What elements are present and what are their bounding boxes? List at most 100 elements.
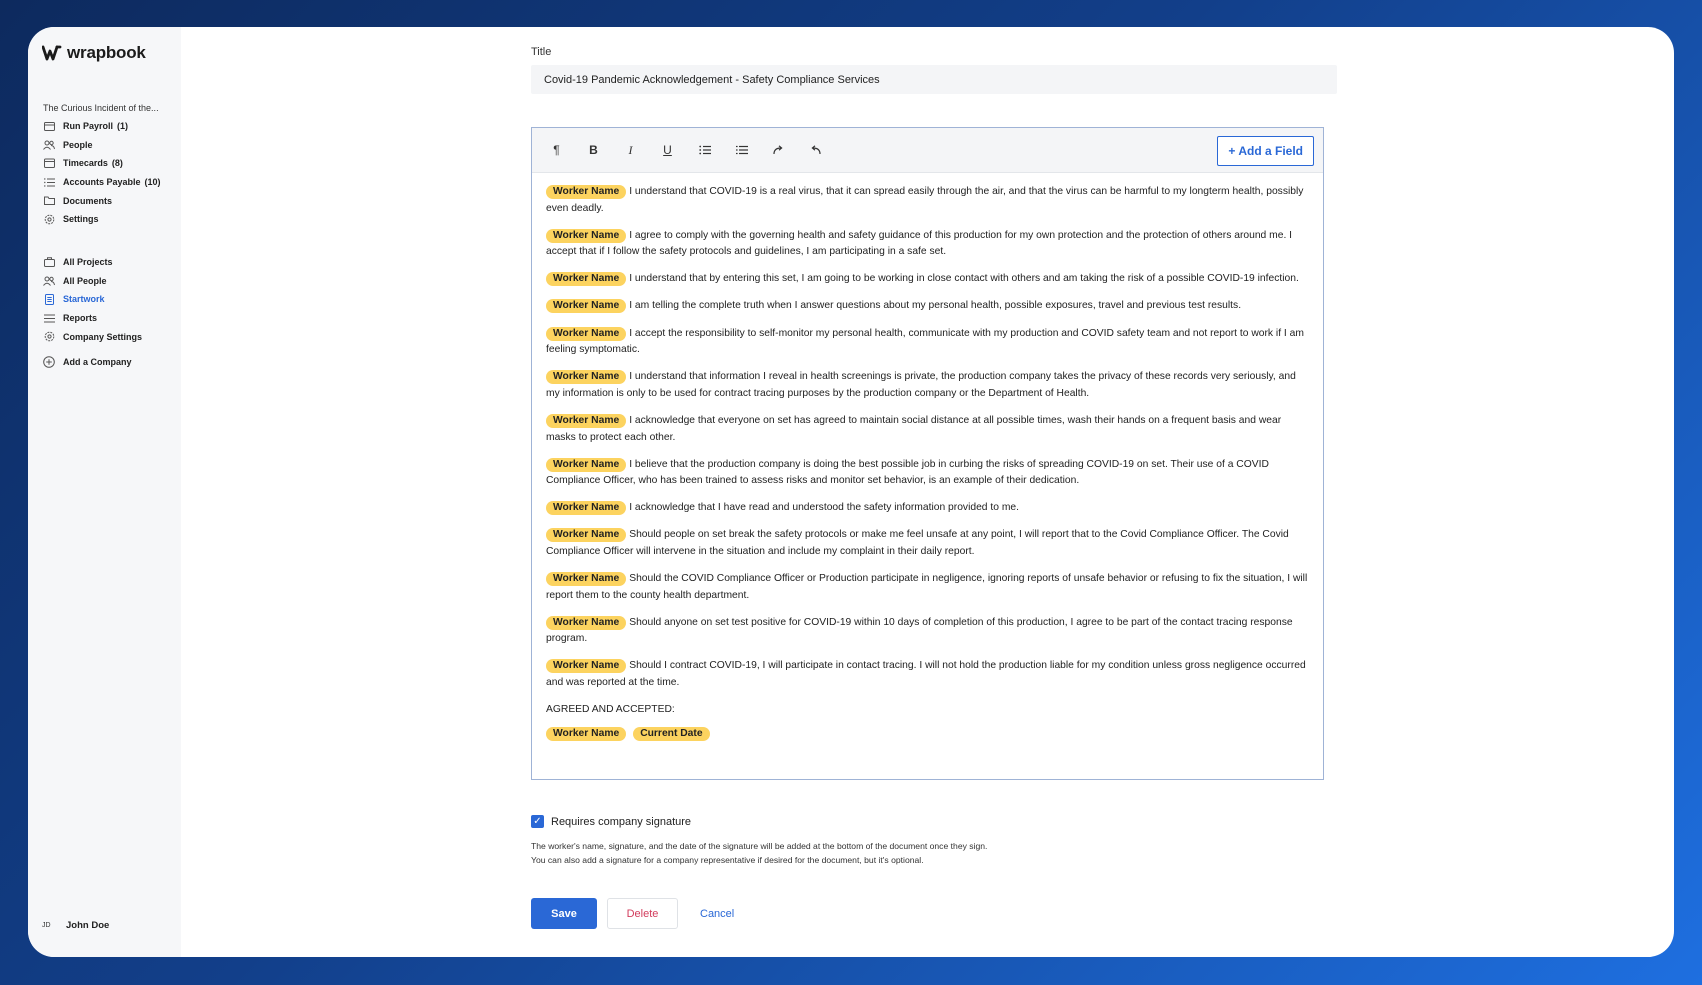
card-icon xyxy=(43,120,55,132)
sidebar-item-count: (1) xyxy=(117,121,129,132)
add-field-button[interactable]: + Add a Field xyxy=(1217,136,1314,166)
document-icon xyxy=(43,293,55,305)
save-button[interactable]: Save xyxy=(531,898,597,929)
app-window: wrapbook The Curious Incident of the... … xyxy=(28,27,1674,957)
worker-name-field[interactable]: Worker Name xyxy=(546,726,627,741)
avatar: JD xyxy=(42,922,51,929)
sidebar-item-startwork[interactable]: Startwork xyxy=(43,290,142,309)
calendar-icon xyxy=(43,157,55,169)
people-icon xyxy=(43,275,55,287)
user-menu[interactable]: JD John Doe xyxy=(42,920,109,931)
pilcrow-icon[interactable]: ¶ xyxy=(538,135,575,165)
sidebar-item-label: Run Payroll xyxy=(63,121,114,132)
clause-paragraph: Worker Name Should I contract COVID-19, I… xyxy=(546,658,1309,691)
add-company-button[interactable]: Add a Company xyxy=(43,353,132,372)
worker-name-field[interactable]: Worker Name xyxy=(546,272,627,287)
sidebar-item-label: Timecards xyxy=(63,158,108,169)
worker-name-field[interactable]: Worker Name xyxy=(546,299,627,314)
clause-text: I understand that by entering this set, … xyxy=(629,273,1299,285)
title-input[interactable]: Covid-19 Pandemic Acknowledgement - Safe… xyxy=(531,65,1337,94)
editor-toolbar: ¶ B I U + Add a Field xyxy=(532,128,1323,173)
worker-name-field[interactable]: Worker Name xyxy=(546,413,627,428)
sidebar-item-label: Add a Company xyxy=(63,357,132,368)
clause-text: I acknowledge that I have read and under… xyxy=(629,502,1020,514)
sidebar-item-settings[interactable]: Settings xyxy=(43,210,161,229)
underline-icon[interactable]: U xyxy=(649,135,686,165)
help-line: You can also add a signature for a compa… xyxy=(531,855,924,865)
brand-logo[interactable]: wrapbook xyxy=(42,43,146,63)
requires-signature-label: Requires company signature xyxy=(551,815,692,828)
sidebar-item-timecards[interactable]: Timecards (8) xyxy=(43,154,161,173)
sidebar-item-people[interactable]: People xyxy=(43,136,161,155)
clause-paragraph: Worker Name I accept the responsibility t… xyxy=(546,326,1309,359)
sidebar-item-label: Reports xyxy=(63,313,98,324)
ordered-list-icon[interactable] xyxy=(686,135,723,165)
clause-paragraph: Worker Name I understand that COVID-19 is… xyxy=(546,184,1309,217)
gear-icon xyxy=(43,331,55,343)
clause-text: I believe that the production company is… xyxy=(546,458,1269,487)
worker-name-field[interactable]: Worker Name xyxy=(546,326,627,341)
folder-icon xyxy=(43,195,55,207)
brand-name: wrapbook xyxy=(67,43,146,62)
clause-paragraph: Worker Name Should people on set break th… xyxy=(546,527,1309,560)
clause-text: Should I contract COVID-19, I will parti… xyxy=(546,660,1306,689)
clause-text: Should anyone on set test positive for C… xyxy=(546,616,1293,645)
sidebar-item-label: Accounts Payable xyxy=(63,177,141,188)
editor-content[interactable]: Worker Name I understand that COVID-19 is… xyxy=(532,173,1323,741)
worker-name-field[interactable]: Worker Name xyxy=(546,501,627,516)
clause-paragraph: Worker Name Should the COVID Compliance O… xyxy=(546,571,1309,604)
requires-signature-row[interactable]: ✓ Requires company signature xyxy=(531,815,691,828)
list-icon xyxy=(43,176,55,188)
clause-paragraph: Worker Name I understand that by entering… xyxy=(546,271,1309,288)
requires-signature-checkbox[interactable]: ✓ xyxy=(531,815,544,828)
clause-text: I acknowledge that everyone on set has a… xyxy=(546,414,1282,443)
worker-name-field[interactable]: Worker Name xyxy=(546,659,627,674)
worker-name-field[interactable]: Worker Name xyxy=(546,615,627,630)
bold-icon[interactable]: B xyxy=(575,135,612,165)
worker-name-field[interactable]: Worker Name xyxy=(546,185,627,199)
worker-name-field[interactable]: Worker Name xyxy=(546,228,627,243)
current-date-field[interactable]: Current Date xyxy=(633,726,710,741)
clause-paragraph: Worker Name I understand that information… xyxy=(546,369,1309,402)
sidebar-item-label: All Projects xyxy=(63,257,113,268)
user-name: John Doe xyxy=(66,920,110,931)
document-editor[interactable]: ¶ B I U + Add a Field Worker Name I unde… xyxy=(531,127,1324,780)
worker-name-field[interactable]: Worker Name xyxy=(546,370,627,385)
plus-circle-icon xyxy=(43,356,55,369)
signature-fields: Worker Name Current Date xyxy=(546,726,1309,741)
sidebar-item-company-settings[interactable]: Company Settings xyxy=(43,327,142,346)
company-nav: All Projects All People Startwork Report… xyxy=(43,253,142,346)
clause-text: I understand that information I reveal i… xyxy=(546,371,1296,399)
help-line: The worker's name, signature, and the da… xyxy=(531,841,988,851)
clause-text: Should the COVID Compliance Officer or P… xyxy=(546,573,1308,601)
worker-name-field[interactable]: Worker Name xyxy=(546,528,627,543)
clause-paragraph: Worker Name I acknowledge that everyone o… xyxy=(546,413,1309,446)
clause-text: I accept the responsibility to self-moni… xyxy=(546,327,1304,356)
sidebar: wrapbook The Curious Incident of the... … xyxy=(28,27,181,957)
sidebar-item-run-payroll[interactable]: Run Payroll (1) xyxy=(43,117,161,136)
redo-icon[interactable] xyxy=(760,135,797,165)
worker-name-field[interactable]: Worker Name xyxy=(546,572,627,587)
sidebar-item-documents[interactable]: Documents xyxy=(43,191,161,210)
agreed-text: AGREED AND ACCEPTED: xyxy=(546,704,675,716)
project-name[interactable]: The Curious Incident of the... xyxy=(43,103,173,113)
bullet-list-icon[interactable] xyxy=(723,135,760,165)
worker-name-field[interactable]: Worker Name xyxy=(546,457,627,472)
form-actions: Save Delete Cancel xyxy=(531,898,734,929)
cancel-button[interactable]: Cancel xyxy=(700,908,734,920)
clause-text: I understand that COVID-19 is a real vir… xyxy=(546,186,1304,214)
clause-text: I am telling the complete truth when I a… xyxy=(629,300,1242,312)
main-content: Title Covid-19 Pandemic Acknowledgement … xyxy=(181,27,1674,957)
sidebar-item-accounts-payable[interactable]: Accounts Payable (10) xyxy=(43,173,161,192)
sidebar-item-count: (8) xyxy=(111,158,123,169)
sidebar-item-all-people[interactable]: All People xyxy=(43,272,142,291)
delete-button[interactable]: Delete xyxy=(607,898,678,929)
undo-icon[interactable] xyxy=(797,135,834,165)
sidebar-item-reports[interactable]: Reports xyxy=(43,309,142,328)
wrapbook-logo-icon xyxy=(42,45,62,61)
clause-paragraph: Worker Name I am telling the complete tru… xyxy=(546,298,1309,315)
sidebar-item-label: Documents xyxy=(63,195,113,206)
italic-icon[interactable]: I xyxy=(612,135,649,165)
sidebar-item-all-projects[interactable]: All Projects xyxy=(43,253,142,272)
project-nav: Run Payroll (1) People Timecards (8) Acc… xyxy=(43,117,161,229)
